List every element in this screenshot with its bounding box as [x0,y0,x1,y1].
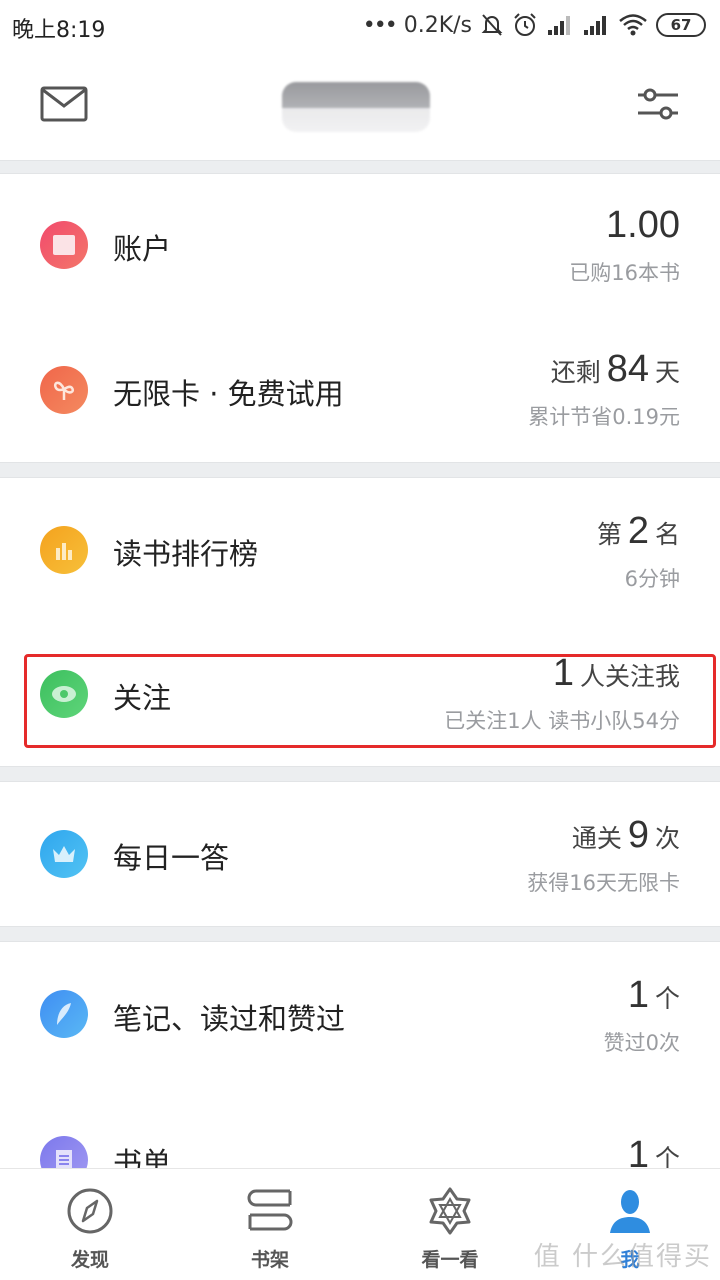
section-divider [0,926,720,942]
wifi-icon [619,14,647,36]
bottom-navigation: 发现 书架 看一看 我 [0,1168,720,1280]
compass-icon [67,1188,113,1234]
signal-icon [584,16,606,35]
follow-label: 关注 [113,681,172,715]
section-divider [0,766,720,782]
account-row[interactable]: 账户 1.00 已购16本书 [0,174,720,314]
star-hexagon-icon [429,1187,471,1235]
unlimited-card-row[interactable]: 无限卡 · 免费试用 还剩 84 天 累计节省0.19元 [0,314,720,462]
username-blurred [282,82,430,132]
section-divider [0,462,720,478]
following-summary: 已关注1人 读书小队54分 [444,709,680,733]
account-label: 账户 [113,232,172,266]
mute-bell-icon [481,14,503,36]
mail-icon[interactable] [40,86,88,122]
reading-rank-label: 读书排行榜 [113,537,259,571]
reading-rank-row[interactable]: 读书排行榜 第2名 6分钟 [0,478,720,620]
quiz-reward: 获得16天无限卡 [527,871,680,895]
quiz-pass-count: 9 [627,814,649,856]
list-icon [40,1136,88,1168]
signal-icon [548,16,570,35]
notes-label: 笔记、读过和赞过 [113,1002,346,1036]
more-dots-icon: ••• [362,12,398,38]
profile-header [0,52,720,160]
account-balance: 1.00 [606,204,680,246]
reading-time: 6分钟 [624,567,680,591]
tab-discover[interactable]: 发现 [0,1169,180,1280]
sliders-icon[interactable] [636,86,680,122]
eye-icon [40,670,88,718]
infinity-card-icon [40,366,88,414]
daily-quiz-row[interactable]: 每日一答 通关 9 次 获得16天无限卡 [0,782,720,926]
battery-icon: 67 [656,13,706,37]
battery-level: 67 [670,16,692,34]
bar-chart-icon [40,526,88,574]
notes-count: 1 [627,974,649,1016]
crown-icon [40,830,88,878]
unlimited-card-label: 无限卡 · 免费试用 [113,377,344,411]
feather-icon [40,990,88,1038]
bookshelf-icon [247,1189,293,1231]
status-bar: 晚上8:19 ••• 0.2K/s 67 [0,0,720,52]
daily-quiz-label: 每日一答 [113,841,230,875]
user-icon [610,1190,650,1233]
tab-me[interactable]: 我 [540,1169,720,1280]
status-time: 晚上8:19 [12,18,106,43]
alarm-icon [514,13,536,36]
follow-row[interactable]: 关注 1 人关注我 已关注1人 读书小队54分 [0,620,720,766]
rank-position: 2 [627,510,649,552]
booklist-label: 书单 [113,1146,172,1168]
days-remaining: 84 [606,348,649,390]
follower-count: 1 [552,652,574,694]
wallet-icon [40,221,88,269]
total-saved: 累计节省0.19元 [528,405,680,429]
account-books-purchased: 已购16本书 [569,261,680,285]
tab-bookshelf[interactable]: 书架 [180,1169,360,1280]
booklist-count: 1 [627,1134,649,1168]
booklist-row[interactable]: 书单 1个 [0,1092,720,1168]
notes-row[interactable]: 笔记、读过和赞过 1个 赞过0次 [0,942,720,1092]
network-speed: 0.2K/s [403,12,472,38]
likes-count: 赞过0次 [603,1031,680,1055]
section-divider [0,160,720,174]
tab-browse[interactable]: 看一看 [360,1169,540,1280]
